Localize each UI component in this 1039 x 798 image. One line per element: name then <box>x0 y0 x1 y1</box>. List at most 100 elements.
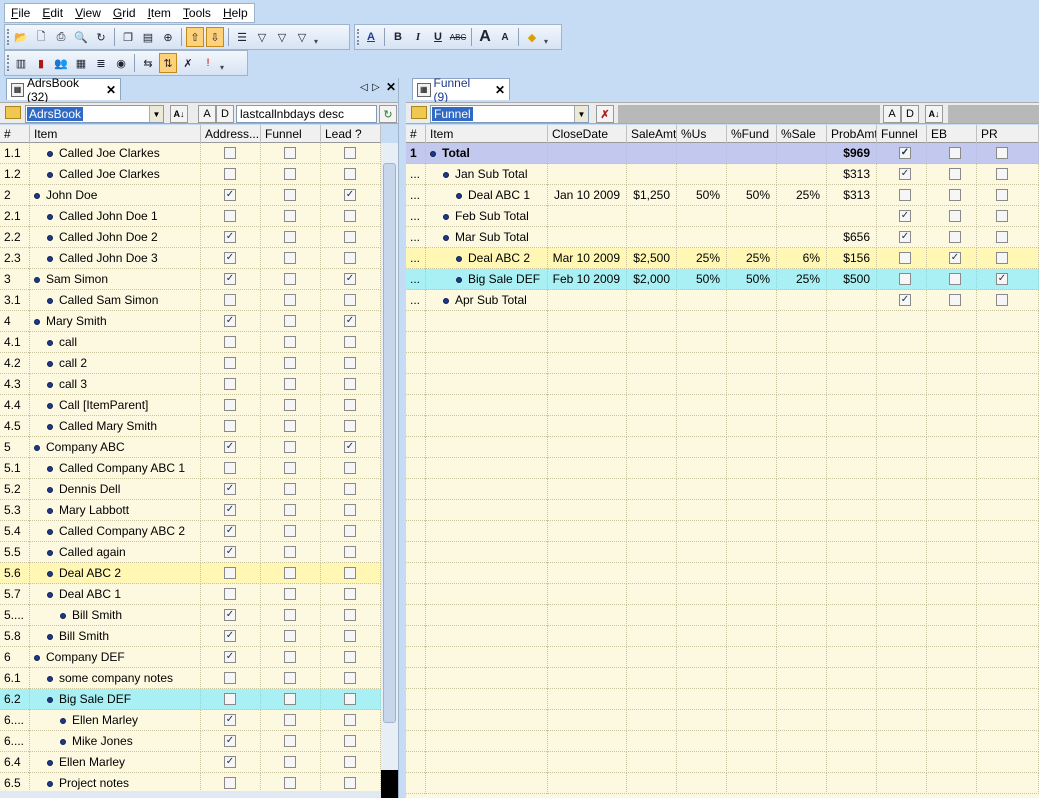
item-cell[interactable]: call 3 <box>30 374 201 395</box>
checkbox[interactable] <box>996 168 1008 180</box>
print-icon[interactable]: ⎙ <box>52 27 70 47</box>
calendar-icon[interactable]: ▦ <box>72 53 90 73</box>
column-header[interactable]: # <box>406 125 426 143</box>
checkbox[interactable] <box>224 399 236 411</box>
item-cell[interactable]: Sam Simon <box>30 269 201 290</box>
table-row[interactable]: 4.1 call <box>0 332 381 353</box>
item-cell[interactable]: Called Company ABC 1 <box>30 458 201 479</box>
filter-c-icon[interactable]: ▽ <box>293 27 311 47</box>
checkbox[interactable] <box>344 525 356 537</box>
table-row[interactable]: 6.4 Ellen Marley ✓ <box>0 752 381 773</box>
item-cell[interactable] <box>426 647 548 668</box>
sort-desc-button[interactable]: D <box>216 105 234 123</box>
checkbox[interactable] <box>344 504 356 516</box>
item-cell[interactable]: Jan Sub Total <box>426 164 548 185</box>
checkbox[interactable] <box>284 336 296 348</box>
checkbox[interactable] <box>224 588 236 600</box>
checkbox[interactable] <box>284 357 296 369</box>
checkbox[interactable]: ✓ <box>344 315 356 327</box>
checkbox[interactable] <box>224 693 236 705</box>
item-cell[interactable]: Ellen Marley <box>30 710 201 731</box>
item-cell[interactable] <box>426 626 548 647</box>
column-header[interactable]: Item <box>30 125 201 143</box>
item-cell[interactable]: Called Sam Simon <box>30 290 201 311</box>
checkbox[interactable] <box>284 483 296 495</box>
column-header[interactable]: # <box>0 125 30 143</box>
clear-filter-icon[interactable]: ✗ <box>596 105 614 123</box>
checkbox[interactable] <box>284 777 296 789</box>
menu-grid[interactable]: Grid <box>107 4 142 22</box>
checkbox[interactable]: ✓ <box>224 231 236 243</box>
item-cell[interactable]: some company notes <box>30 668 201 689</box>
copy-icon[interactable]: ❐ <box>119 27 137 47</box>
checkbox[interactable] <box>284 567 296 579</box>
menu-edit[interactable]: Edit <box>36 4 69 22</box>
checkbox[interactable]: ✓ <box>344 441 356 453</box>
move-up-icon[interactable]: ⇧ <box>186 27 204 47</box>
item-cell[interactable]: Called Joe Clarkes <box>30 143 201 164</box>
table-row[interactable]: 4 Mary Smith ✓ ✓ <box>0 311 381 332</box>
checkbox[interactable]: ✓ <box>224 630 236 642</box>
checkbox[interactable] <box>284 630 296 642</box>
sort-field[interactable] <box>948 105 1039 123</box>
checkbox[interactable]: ✓ <box>899 210 911 222</box>
table-row[interactable]: 6.1 some company notes <box>0 668 381 689</box>
checkbox[interactable] <box>344 651 356 663</box>
table-row[interactable]: 5.1 Called Company ABC 1 <box>0 458 381 479</box>
menu-help[interactable]: Help <box>217 4 254 22</box>
checkbox[interactable] <box>949 168 961 180</box>
column-header[interactable]: ProbAmt <box>827 125 877 143</box>
table-row[interactable]: ... Deal ABC 2 Mar 10 2009 $2,500 25% 25% 6% $1… <box>406 248 1039 269</box>
item-cell[interactable] <box>426 500 548 521</box>
item-cell[interactable]: Called Mary Smith <box>30 416 201 437</box>
toolbar-overflow-icon[interactable]: ▾ <box>314 28 320 46</box>
font-icon[interactable]: A <box>362 27 380 47</box>
checkbox[interactable] <box>284 462 296 474</box>
checkbox[interactable] <box>344 399 356 411</box>
layout-icon[interactable]: ▥ <box>12 53 30 73</box>
item-cell[interactable] <box>426 731 548 752</box>
checkbox[interactable] <box>284 546 296 558</box>
checkbox[interactable] <box>344 630 356 642</box>
item-cell[interactable]: Bill Smith <box>30 626 201 647</box>
tab-funnel[interactable]: ▦ Funnel (9) ✕ <box>412 76 510 104</box>
checkbox[interactable] <box>949 147 961 159</box>
table-row[interactable]: 1.1 Called Joe Clarkes <box>0 143 381 164</box>
checkbox[interactable]: ✓ <box>224 609 236 621</box>
checkbox[interactable] <box>344 378 356 390</box>
item-cell[interactable]: Called Company ABC 2 <box>30 521 201 542</box>
checkbox[interactable]: ✓ <box>344 189 356 201</box>
checkbox[interactable] <box>344 756 356 768</box>
close-pane-icon[interactable]: ✕ <box>386 80 396 94</box>
table-row[interactable]: 6.5 Project notes <box>0 773 381 791</box>
item-cell[interactable]: Project notes <box>30 773 201 791</box>
checkbox[interactable] <box>899 189 911 201</box>
tab-adrsbook[interactable]: ▦ AdrsBook (32) ✕ <box>6 76 121 104</box>
find-icon[interactable]: 🔍 <box>72 27 90 47</box>
checkbox[interactable] <box>284 189 296 201</box>
checkbox[interactable] <box>224 672 236 684</box>
item-cell[interactable]: John Doe <box>30 185 201 206</box>
column-header[interactable]: CloseDate <box>548 125 627 143</box>
checkbox[interactable] <box>344 231 356 243</box>
table-row[interactable]: 6.2 Big Sale DEF <box>0 689 381 710</box>
table-row[interactable]: ... Mar Sub Total $656 ✓ <box>406 227 1039 248</box>
checkbox[interactable] <box>284 399 296 411</box>
item-cell[interactable]: Apr Sub Total <box>426 290 548 311</box>
chevron-down-icon[interactable]: ▼ <box>574 106 588 122</box>
item-cell[interactable]: call 2 <box>30 353 201 374</box>
table-row[interactable]: 5.3 Mary Labbott ✓ <box>0 500 381 521</box>
table-row[interactable]: 4.3 call 3 <box>0 374 381 395</box>
table-row[interactable]: 5.7 Deal ABC 1 <box>0 584 381 605</box>
scrollbar-thumb[interactable] <box>383 163 396 723</box>
checkbox[interactable] <box>284 378 296 390</box>
item-cell[interactable]: Called John Doe 2 <box>30 227 201 248</box>
item-cell[interactable] <box>426 668 548 689</box>
item-cell[interactable]: Mary Labbott <box>30 500 201 521</box>
checkbox[interactable] <box>344 294 356 306</box>
item-cell[interactable]: Called John Doe 1 <box>30 206 201 227</box>
checkbox[interactable]: ✓ <box>224 273 236 285</box>
item-cell[interactable] <box>426 605 548 626</box>
sort-desc-button[interactable]: D <box>901 105 919 123</box>
left-horizontal-scrollbar[interactable] <box>0 791 381 798</box>
